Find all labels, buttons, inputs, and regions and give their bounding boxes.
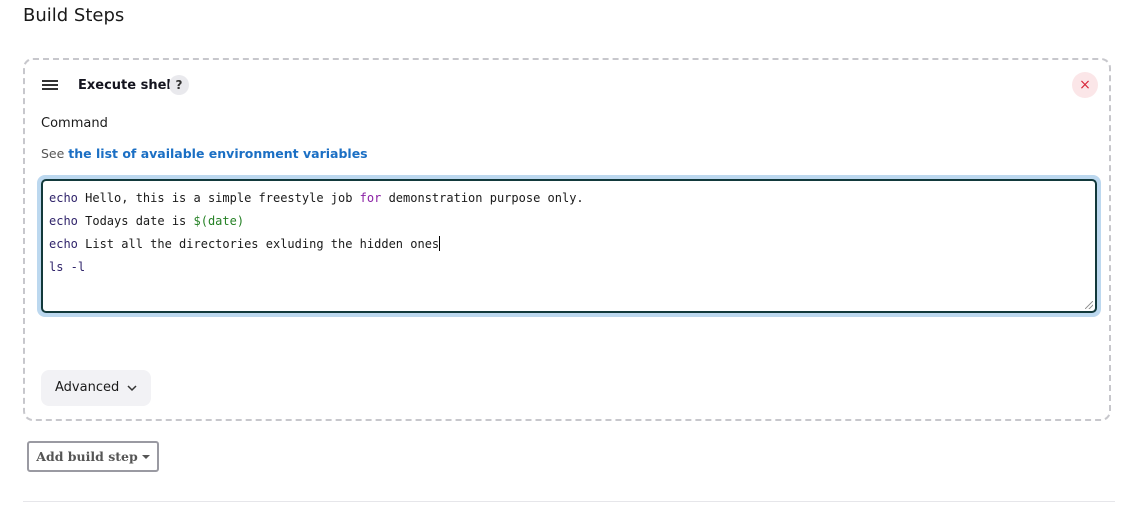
code-token: echo [49,237,78,251]
drag-handle-icon[interactable] [42,80,58,92]
build-steps-section: Build Steps Execute shell ? × Command Se… [0,0,1142,507]
chevron-down-icon [127,385,137,392]
add-build-step-button[interactable]: Add build step [27,441,159,472]
command-textarea[interactable]: echo Hello, this is a simple freestyle j… [41,179,1097,313]
text-caret [439,236,441,251]
code-token: demonstration purpose only. [381,191,584,205]
add-build-step-label: Add build step [36,449,138,464]
resize-grip-icon[interactable] [1085,301,1093,309]
code-line: echo Hello, this is a simple freestyle j… [49,187,1089,210]
code-token: for [359,191,382,205]
code-line: echo List all the directories exluding t… [49,233,1089,256]
env-vars-link[interactable]: the list of available environment variab… [68,146,367,161]
env-vars-hint: See the list of available environment va… [41,145,368,163]
code-token: $(date) [193,214,245,228]
code-line: echo Todays date is $(date) [49,210,1089,233]
close-icon[interactable]: × [1072,72,1098,98]
divider [23,501,1115,502]
help-icon[interactable]: ? [169,75,189,95]
code-token: echo [49,214,78,228]
execute-shell-step: Execute shell ? × Command See the list o… [23,58,1111,421]
step-title: Execute shell [78,78,176,93]
code-token: Todays date is [77,214,194,228]
code-token: Hello, this is a simple freestyle job [77,191,360,205]
code-token: echo [49,191,78,205]
code-line: ls -l [49,260,86,274]
advanced-label: Advanced [55,380,120,395]
command-label: Command [41,116,108,131]
env-hint-prefix: See [41,146,69,161]
code-token: List all the directories exluding the hi… [77,237,440,251]
section-title: Build Steps [23,5,125,26]
advanced-button[interactable]: Advanced [41,370,152,406]
caret-down-icon [141,455,150,459]
